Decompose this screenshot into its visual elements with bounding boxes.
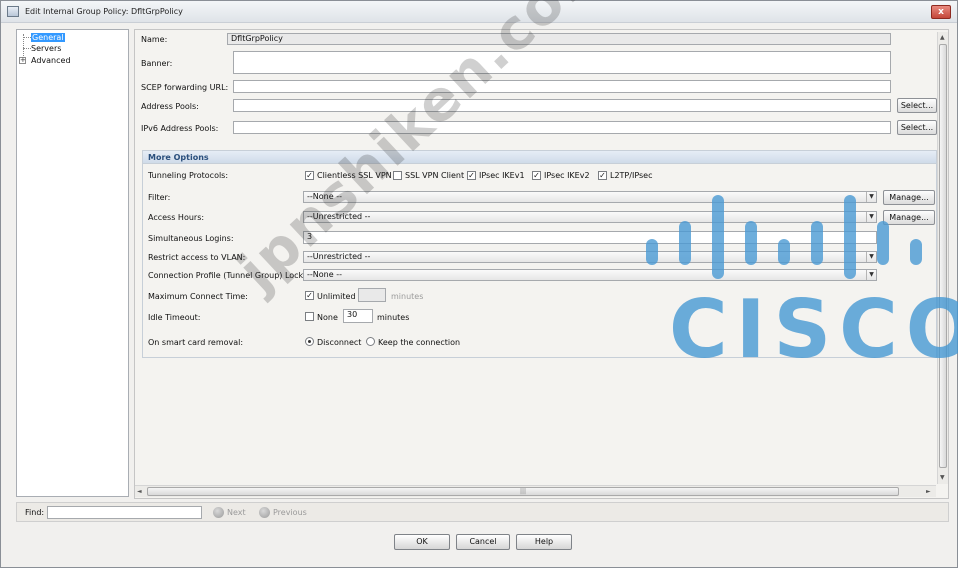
next-label[interactable]: Next: [227, 508, 246, 517]
tree-item-advanced[interactable]: Advanced: [31, 56, 71, 65]
previous-label[interactable]: Previous: [273, 508, 307, 517]
find-bar: Find: Next Previous: [16, 502, 949, 522]
tunneling-protocols-label: Tunneling Protocols:: [148, 171, 229, 180]
window-title: Edit Internal Group Policy: DfltGrpPolic…: [25, 7, 183, 16]
banner-label: Banner:: [141, 59, 173, 68]
find-label: Find:: [25, 508, 45, 517]
checkbox-l2tp-ipsec[interactable]: ✓: [598, 171, 607, 180]
idle-timeout-unit: minutes: [377, 313, 410, 322]
dialog-window: Edit Internal Group Policy: DfltGrpPolic…: [0, 0, 958, 568]
tree-item-general[interactable]: General: [31, 33, 65, 42]
protocol-label: SSL VPN Client: [405, 171, 465, 180]
keep-connection-label: Keep the connection: [378, 338, 461, 347]
protocol-label: IPsec IKEv2: [544, 171, 590, 180]
max-connect-unit: minutes: [391, 292, 424, 301]
address-pools-field[interactable]: [233, 99, 891, 112]
cancel-button[interactable]: Cancel: [456, 534, 510, 550]
close-button[interactable]: x: [931, 5, 951, 19]
max-connect-field[interactable]: [358, 288, 386, 302]
banner-field[interactable]: [233, 51, 891, 74]
nav-tree: General Servers + Advanced: [16, 29, 129, 497]
cisco-logo-text: CISCO: [669, 283, 958, 376]
ok-button[interactable]: OK: [394, 534, 450, 550]
more-options-header[interactable]: More Options: [143, 151, 936, 164]
tree-item-servers[interactable]: Servers: [31, 44, 61, 53]
tree-connector: [23, 37, 31, 38]
name-label: Name:: [141, 35, 168, 44]
idle-timeout-field[interactable]: 30: [343, 309, 373, 323]
tree-connector: [23, 48, 31, 49]
checkbox-max-connect-unlimited[interactable]: ✓: [305, 291, 314, 300]
access-hours-label: Access Hours:: [148, 213, 205, 222]
filter-label: Filter:: [148, 193, 171, 202]
find-input[interactable]: [47, 506, 202, 519]
next-icon[interactable]: [213, 507, 224, 518]
ipv6-pools-field[interactable]: [233, 121, 891, 134]
previous-icon[interactable]: [259, 507, 270, 518]
scroll-down-icon[interactable]: ▼: [940, 474, 945, 481]
horizontal-scroll-thumb[interactable]: |||: [147, 487, 899, 496]
name-field[interactable]: DfltGrpPolicy: [227, 33, 891, 45]
help-button[interactable]: Help: [516, 534, 572, 550]
ipv6-pools-label: IPv6 Address Pools:: [141, 124, 219, 133]
scroll-left-icon[interactable]: ◄: [137, 488, 142, 495]
radio-keep-connection[interactable]: [366, 337, 375, 346]
disconnect-label: Disconnect: [317, 338, 362, 347]
scep-url-label: SCEP forwarding URL:: [141, 83, 229, 92]
connection-profile-value: --None --: [307, 270, 342, 279]
expand-icon[interactable]: +: [19, 57, 26, 64]
radio-disconnect[interactable]: [305, 337, 314, 346]
horizontal-scrollbar[interactable]: ◄ ||| ►: [135, 485, 936, 497]
max-connect-unlimited-label: Unlimited: [317, 292, 356, 301]
idle-none-label: None: [317, 313, 338, 322]
scroll-grip-icon: |||: [520, 488, 527, 495]
checkbox-idle-none[interactable]: [305, 312, 314, 321]
simultaneous-logins-label: Simultaneous Logins:: [148, 234, 234, 243]
idle-timeout-label: Idle Timeout:: [148, 313, 201, 322]
address-pools-select-button[interactable]: Select...: [897, 98, 937, 113]
protocol-label: IPsec IKEv1: [479, 171, 525, 180]
max-connect-label: Maximum Connect Time:: [148, 292, 248, 301]
scroll-up-icon[interactable]: ▲: [940, 34, 945, 41]
address-pools-label: Address Pools:: [141, 102, 199, 111]
smart-card-label: On smart card removal:: [148, 338, 244, 347]
scroll-right-icon[interactable]: ►: [926, 488, 931, 495]
checkbox-ipsec-ikev1[interactable]: ✓: [467, 171, 476, 180]
scep-url-field[interactable]: [233, 80, 891, 93]
checkbox-ipsec-ikev2[interactable]: ✓: [532, 171, 541, 180]
app-icon: [7, 6, 19, 17]
ipv6-pools-select-button[interactable]: Select...: [897, 120, 937, 135]
protocol-label: L2TP/IPsec: [610, 171, 653, 180]
